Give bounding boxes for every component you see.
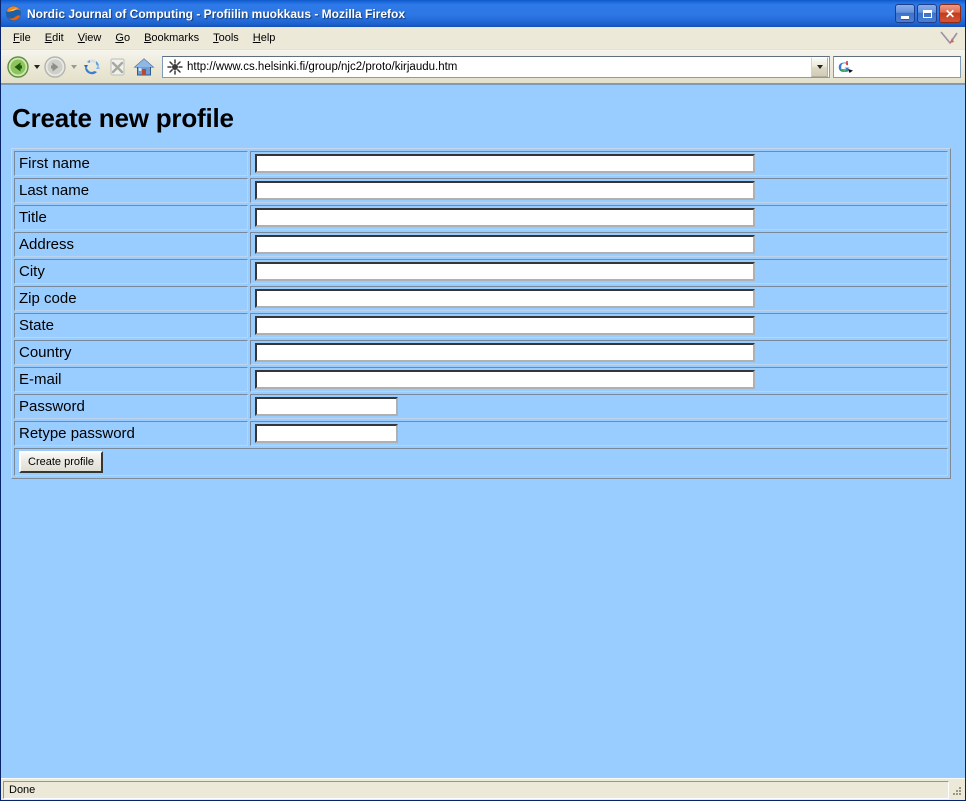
firefox-logo-icon bbox=[5, 5, 22, 22]
maximize-icon bbox=[922, 9, 932, 18]
forward-history-dropdown bbox=[68, 54, 79, 80]
reload-button[interactable] bbox=[79, 54, 105, 80]
google-g-icon[interactable]: G bbox=[837, 58, 859, 76]
page-favicon-icon bbox=[167, 58, 183, 75]
first-name-input[interactable] bbox=[254, 154, 755, 173]
cell-country bbox=[249, 340, 948, 365]
table-row: Title bbox=[14, 205, 948, 230]
address-dropdown-button[interactable] bbox=[811, 56, 828, 77]
menu-bar: File Edit View Go Bookmarks Tools Help bbox=[1, 27, 965, 50]
cell-last-name bbox=[249, 178, 948, 203]
label-email: E-mail bbox=[14, 367, 248, 392]
page-viewport: Create new profile First name Last name bbox=[1, 84, 965, 778]
menu-item-view[interactable]: View bbox=[71, 30, 109, 46]
address-input[interactable] bbox=[254, 235, 755, 254]
back-button[interactable] bbox=[5, 54, 31, 80]
cell-email bbox=[249, 367, 948, 392]
label-address: Address bbox=[14, 232, 248, 257]
last-name-input[interactable] bbox=[254, 181, 755, 200]
country-input[interactable] bbox=[254, 343, 755, 362]
table-row: Create profile bbox=[14, 448, 948, 476]
chevron-down-icon bbox=[816, 64, 823, 69]
email-input[interactable] bbox=[254, 370, 755, 389]
navigation-toolbar: http://www.cs.helsinki.fi/group/njc2/pro… bbox=[1, 50, 965, 84]
menubar-decoration-icon bbox=[938, 29, 960, 47]
label-last-name: Last name bbox=[14, 178, 248, 203]
table-row: Country bbox=[14, 340, 948, 365]
menu-item-go[interactable]: Go bbox=[108, 30, 137, 46]
resize-grip-icon[interactable] bbox=[949, 782, 963, 798]
cell-password bbox=[249, 394, 948, 419]
minimize-button[interactable] bbox=[895, 4, 915, 23]
stop-button bbox=[105, 54, 131, 80]
label-first-name: First name bbox=[14, 151, 248, 176]
browser-window: Nordic Journal of Computing - Profiilin … bbox=[0, 0, 966, 801]
profile-form-table: First name Last name Title Address City … bbox=[11, 148, 951, 479]
table-row: E-mail bbox=[14, 367, 948, 392]
label-country: Country bbox=[14, 340, 248, 365]
label-password: Password bbox=[14, 394, 248, 419]
cell-state bbox=[249, 313, 948, 338]
table-row: City bbox=[14, 259, 948, 284]
title-input[interactable] bbox=[254, 208, 755, 227]
search-bar[interactable]: G bbox=[833, 55, 961, 78]
url-text: http://www.cs.helsinki.fi/group/njc2/pro… bbox=[187, 60, 458, 73]
menu-item-tools[interactable]: Tools bbox=[206, 30, 246, 46]
label-zip-code: Zip code bbox=[14, 286, 248, 311]
create-profile-button[interactable]: Create profile bbox=[19, 451, 104, 473]
close-button[interactable]: ✕ bbox=[939, 4, 961, 23]
retype-password-input[interactable] bbox=[254, 424, 398, 443]
menu-item-file[interactable]: File bbox=[6, 30, 38, 46]
window-controls: ✕ bbox=[895, 4, 963, 23]
cell-submit: Create profile bbox=[14, 448, 948, 476]
table-row: Password bbox=[14, 394, 948, 419]
table-row: Last name bbox=[14, 178, 948, 203]
svg-text:G: G bbox=[838, 60, 850, 76]
forward-button bbox=[42, 54, 68, 80]
title-bar: Nordic Journal of Computing - Profiilin … bbox=[1, 0, 965, 27]
label-title: Title bbox=[14, 205, 248, 230]
chevron-down-icon bbox=[33, 64, 40, 69]
status-bar: Done bbox=[1, 778, 965, 800]
cell-retype-password bbox=[249, 421, 948, 446]
home-button[interactable] bbox=[131, 54, 157, 80]
cell-first-name bbox=[249, 151, 948, 176]
table-row: First name bbox=[14, 151, 948, 176]
page-content: Create new profile First name Last name bbox=[1, 85, 965, 487]
cell-title bbox=[249, 205, 948, 230]
minimize-icon bbox=[901, 15, 909, 19]
table-row: Zip code bbox=[14, 286, 948, 311]
chevron-down-icon bbox=[70, 64, 77, 69]
password-input[interactable] bbox=[254, 397, 398, 416]
zip-code-input[interactable] bbox=[254, 289, 755, 308]
cell-city bbox=[249, 259, 948, 284]
table-row: Address bbox=[14, 232, 948, 257]
page-title: Create new profile bbox=[12, 103, 234, 133]
cell-address bbox=[249, 232, 948, 257]
menu-item-edit[interactable]: Edit bbox=[38, 30, 71, 46]
status-text: Done bbox=[3, 780, 949, 799]
address-bar[interactable]: http://www.cs.helsinki.fi/group/njc2/pro… bbox=[162, 55, 830, 78]
back-history-dropdown[interactable] bbox=[31, 54, 42, 80]
close-icon: ✕ bbox=[944, 6, 956, 21]
window-title: Nordic Journal of Computing - Profiilin … bbox=[27, 6, 406, 21]
menu-item-bookmarks[interactable]: Bookmarks bbox=[137, 30, 206, 46]
cell-zip-code bbox=[249, 286, 948, 311]
label-state: State bbox=[14, 313, 248, 338]
table-row: State bbox=[14, 313, 948, 338]
label-city: City bbox=[14, 259, 248, 284]
menu-item-help[interactable]: Help bbox=[246, 30, 283, 46]
table-row: Retype password bbox=[14, 421, 948, 446]
maximize-button[interactable] bbox=[917, 4, 937, 23]
label-retype-password: Retype password bbox=[14, 421, 248, 446]
state-input[interactable] bbox=[254, 316, 755, 335]
profile-form-body: First name Last name Title Address City … bbox=[14, 151, 948, 476]
city-input[interactable] bbox=[254, 262, 755, 281]
